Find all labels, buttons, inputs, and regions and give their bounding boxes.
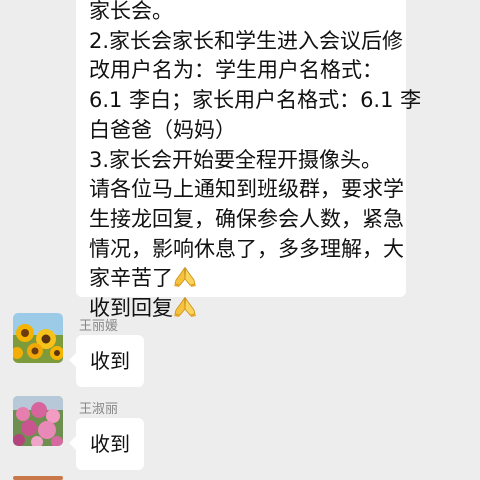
sunflower-avatar[interactable] [13, 313, 63, 363]
message-line: 3.家长会开始要全程开摄像头。 [89, 147, 383, 172]
message-bubble[interactable]: 家长会。 2.家长会家长和学生进入会议后修 改用户名为：学生用户名格式： 6.1… [76, 0, 422, 320]
message-line: 家长会。 [89, 0, 173, 23]
message-line-text: 家辛苦了 [89, 266, 173, 291]
message-bubble[interactable]: 收到 [69, 418, 144, 470]
message-line: 生接龙回复，确保参会人数，紧急 [89, 206, 404, 231]
message-line: 2.家长会家长和学生进入会议后修 [89, 28, 404, 53]
message-line: 请各位马上通知到班级群，要求学 [89, 177, 404, 202]
sender-name: 王淑丽 [79, 402, 119, 417]
avatar[interactable] [13, 476, 63, 480]
praying-hands-icon [174, 296, 196, 318]
message-line-with-emoji: 收到回复 [89, 294, 398, 324]
message-line: 6.1 李白；家长用户名格式：6.1 李 [89, 88, 422, 113]
message-line: 白爸爸（妈妈） [89, 117, 236, 142]
message-line: 改用户名为：学生用户名格式： [89, 58, 383, 83]
chat-message-list[interactable]: 家长会。 2.家长会家长和学生进入会议后修 改用户名为：学生用户名格式： 6.1… [0, 0, 480, 480]
sender-name: 王丽媛 [79, 319, 119, 334]
message-bubble[interactable]: 收到 [69, 335, 144, 387]
praying-hands-icon [174, 266, 196, 288]
flowers-avatar[interactable] [13, 396, 63, 446]
message-line: 情况，影响休息了，多多理解，大 [89, 236, 404, 261]
message-line-with-emoji: 家辛苦了 [89, 264, 398, 294]
